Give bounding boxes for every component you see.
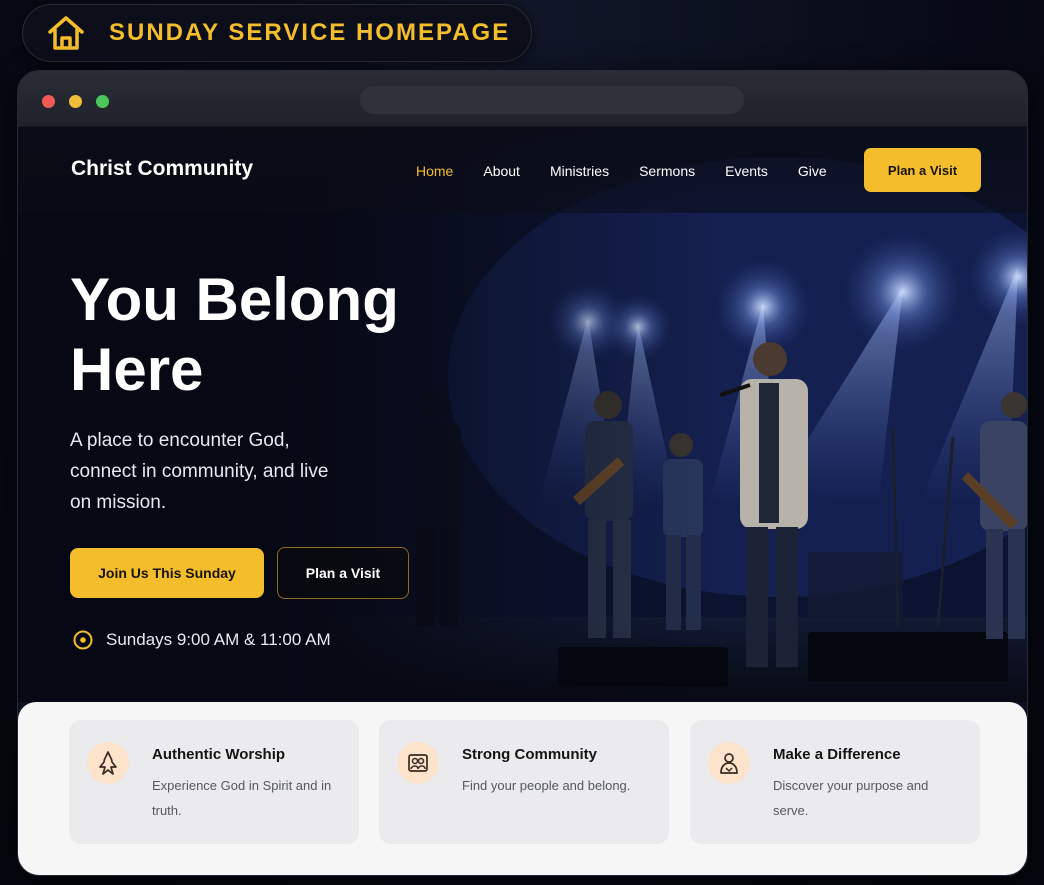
features-section: Authentic Worship Experience God in Spir… — [18, 702, 1027, 875]
hero-overlay — [18, 127, 1027, 702]
screenshot-stage: SUNDAY SERVICE HOMEPAGE Christ Community… — [0, 0, 1044, 885]
hero-title: You Belong Here — [70, 266, 399, 403]
home-icon — [43, 10, 89, 56]
nav-links: Home About Ministries Sermons Events Giv… — [416, 163, 857, 179]
browser-window: Christ Community Home About Ministries S… — [17, 70, 1028, 876]
feature-description: Experience God in Spirit and in truth. — [152, 778, 332, 818]
hero-section: Christ Community Home About Ministries S… — [18, 127, 1027, 702]
feature-card-difference[interactable]: Make a Difference Discover your purpose … — [690, 720, 980, 844]
plan-visit-button[interactable]: Plan a Visit — [277, 547, 409, 599]
feature-title: Make a Difference — [773, 746, 901, 763]
nav-link-give[interactable]: Give — [798, 163, 827, 179]
feature-title: Authentic Worship — [152, 746, 286, 763]
minimize-window-button[interactable] — [69, 95, 82, 108]
maximize-window-button[interactable] — [96, 95, 109, 108]
plan-visit-nav-button[interactable]: Plan a Visit — [864, 148, 981, 192]
feature-description: Find your people and belong. — [462, 778, 631, 793]
nav-link-events[interactable]: Events — [725, 163, 768, 179]
hero-subtitle: A place to encounter God, connect in com… — [70, 430, 329, 513]
site-navbar: Christ Community Home About Ministries S… — [18, 127, 1027, 213]
browser-chrome — [18, 71, 1027, 127]
worship-icon — [87, 742, 129, 784]
service-times: Sundays 9:00 AM & 11:00 AM — [72, 629, 331, 651]
nav-link-about[interactable]: About — [483, 163, 520, 179]
nav-link-ministries[interactable]: Ministries — [550, 163, 609, 179]
feature-card-worship[interactable]: Authentic Worship Experience God in Spir… — [69, 720, 359, 844]
feature-description: Discover your purpose and serve. — [773, 778, 929, 818]
feature-title: Strong Community — [462, 746, 597, 763]
service-times-text: Sundays 9:00 AM & 11:00 AM — [106, 630, 331, 649]
nav-link-sermons[interactable]: Sermons — [639, 163, 695, 179]
community-icon — [397, 742, 439, 784]
site-brand[interactable]: Christ Community — [71, 157, 253, 181]
feature-card-community[interactable]: Strong Community Find your people and be… — [379, 720, 669, 844]
address-bar[interactable] — [360, 86, 744, 114]
serve-icon — [708, 742, 750, 784]
close-window-button[interactable] — [42, 95, 55, 108]
join-sunday-button[interactable]: Join Us This Sunday — [70, 548, 264, 598]
clock-icon — [72, 629, 94, 651]
banner-pill: SUNDAY SERVICE HOMEPAGE — [22, 4, 532, 62]
banner-title: SUNDAY SERVICE HOMEPAGE — [109, 19, 511, 46]
nav-link-home[interactable]: Home — [416, 163, 453, 179]
